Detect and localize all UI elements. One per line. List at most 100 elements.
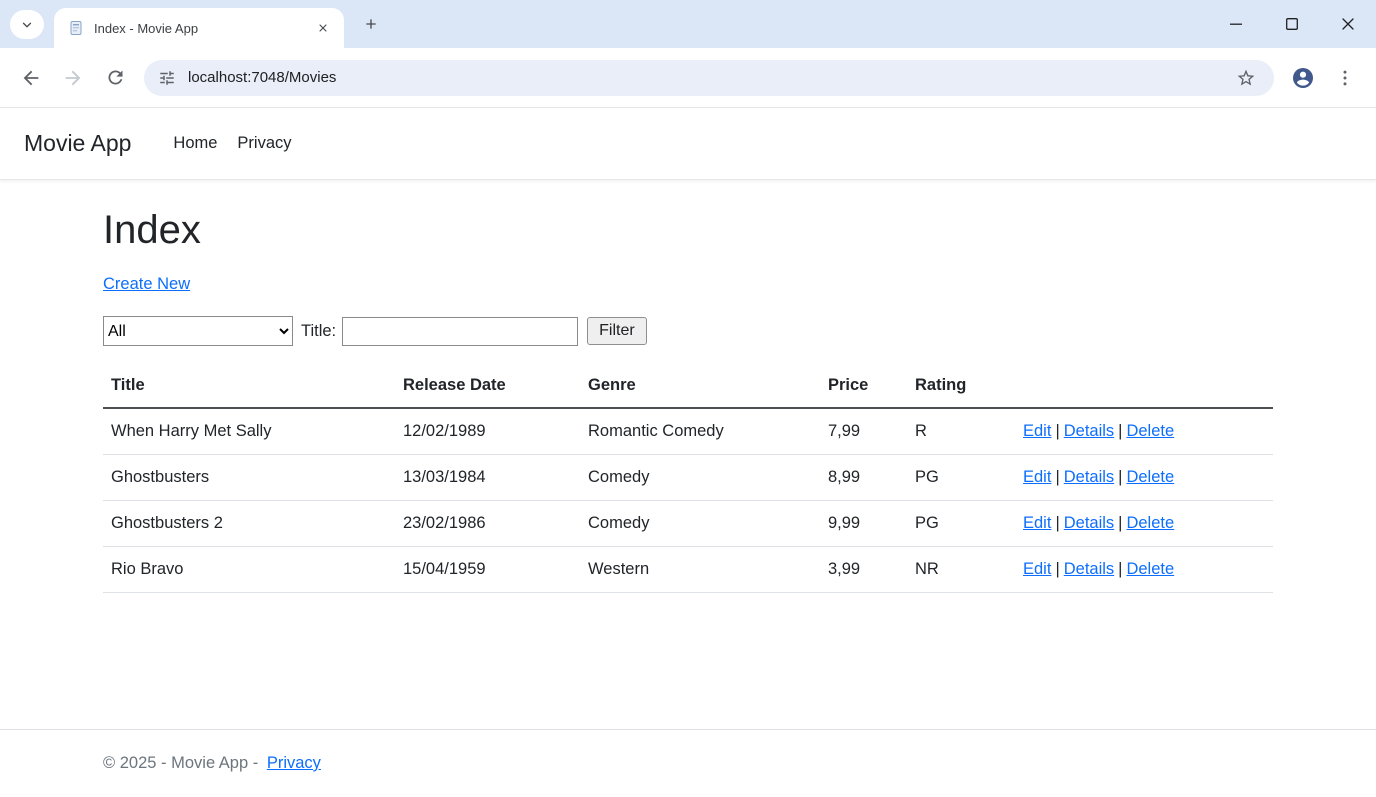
browser-toolbar: localhost:7048/Movies [0, 48, 1376, 108]
cell-actions: Edit|Details|Delete [1015, 547, 1273, 593]
minimize-icon [1228, 16, 1244, 32]
window-controls [1208, 0, 1376, 48]
genre-select[interactable]: All [103, 316, 293, 346]
tab-close-button[interactable] [312, 17, 334, 39]
action-separator: | [1055, 468, 1059, 486]
brand-link[interactable]: Movie App [24, 130, 131, 157]
cell-title: Ghostbusters [103, 455, 395, 501]
footer-privacy-link[interactable]: Privacy [267, 754, 321, 772]
new-tab-button[interactable] [356, 9, 386, 39]
copyright-text: © 2025 - Movie App - [103, 754, 258, 772]
column-header-release-date: Release Date [395, 364, 580, 408]
filter-button[interactable]: Filter [587, 317, 647, 345]
cell-release-date: 15/04/1959 [395, 547, 580, 593]
cell-title: When Harry Met Sally [103, 408, 395, 455]
page-favicon-icon [68, 20, 84, 36]
edit-link[interactable]: Edit [1023, 422, 1051, 440]
delete-link[interactable]: Delete [1126, 468, 1174, 486]
action-separator: | [1118, 422, 1122, 440]
cell-rating: PG [907, 455, 1015, 501]
window-maximize-button[interactable] [1264, 0, 1320, 48]
reload-button[interactable] [94, 57, 136, 99]
title-filter-label: Title: [301, 322, 336, 341]
bookmark-star-button[interactable] [1232, 64, 1260, 92]
cell-rating: R [907, 408, 1015, 455]
column-header-rating: Rating [907, 364, 1015, 408]
maximize-icon [1284, 16, 1300, 32]
details-link[interactable]: Details [1064, 422, 1114, 440]
edit-link[interactable]: Edit [1023, 514, 1051, 532]
movies-table: Title Release Date Genre Price Rating Wh… [103, 364, 1273, 593]
table-row: Ghostbusters 13/03/1984 Comedy 8,99 PG E… [103, 455, 1273, 501]
details-link[interactable]: Details [1064, 560, 1114, 578]
column-header-title: Title [103, 364, 395, 408]
cell-actions: Edit|Details|Delete [1015, 455, 1273, 501]
profile-button[interactable] [1282, 57, 1324, 99]
tab-search-button[interactable] [10, 10, 44, 39]
cell-genre: Western [580, 547, 820, 593]
browser-tab[interactable]: Index - Movie App [54, 8, 344, 48]
nav-link-home[interactable]: Home [163, 126, 227, 161]
title-filter-input[interactable] [342, 317, 578, 346]
cell-title: Rio Bravo [103, 547, 395, 593]
forward-button[interactable] [52, 57, 94, 99]
reload-icon [105, 67, 126, 88]
details-link[interactable]: Details [1064, 468, 1114, 486]
action-separator: | [1055, 514, 1059, 532]
cell-release-date: 23/02/1986 [395, 501, 580, 547]
cell-actions: Edit|Details|Delete [1015, 408, 1273, 455]
chevron-down-icon [20, 18, 34, 32]
three-dot-menu-icon [1335, 68, 1355, 88]
cell-actions: Edit|Details|Delete [1015, 501, 1273, 547]
window-minimize-button[interactable] [1208, 0, 1264, 48]
cell-price: 7,99 [820, 408, 907, 455]
action-separator: | [1055, 560, 1059, 578]
table-row: Rio Bravo 15/04/1959 Western 3,99 NR Edi… [103, 547, 1273, 593]
cell-genre: Comedy [580, 501, 820, 547]
close-icon [317, 22, 329, 34]
column-header-genre: Genre [580, 364, 820, 408]
tab-title: Index - Movie App [94, 21, 312, 36]
create-new-wrap: Create New [103, 275, 1273, 294]
filter-form: All Title: Filter [103, 316, 1273, 346]
cell-price: 8,99 [820, 455, 907, 501]
delete-link[interactable]: Delete [1126, 514, 1174, 532]
site-navbar: Movie App Home Privacy [0, 108, 1376, 180]
cell-rating: NR [907, 547, 1015, 593]
browser-menu-button[interactable] [1324, 57, 1366, 99]
nav-link-privacy[interactable]: Privacy [227, 126, 301, 161]
cell-release-date: 12/02/1989 [395, 408, 580, 455]
tab-strip: Index - Movie App [0, 0, 1376, 48]
create-new-link[interactable]: Create New [103, 275, 190, 293]
close-icon [1340, 16, 1356, 32]
cell-price: 9,99 [820, 501, 907, 547]
url-text[interactable]: localhost:7048/Movies [188, 69, 1232, 86]
cell-rating: PG [907, 501, 1015, 547]
table-row: Ghostbusters 2 23/02/1986 Comedy 9,99 PG… [103, 501, 1273, 547]
details-link[interactable]: Details [1064, 514, 1114, 532]
cell-title: Ghostbusters 2 [103, 501, 395, 547]
action-separator: | [1118, 514, 1122, 532]
action-separator: | [1055, 422, 1059, 440]
column-header-actions [1015, 364, 1273, 408]
window-close-button[interactable] [1320, 0, 1376, 48]
site-settings-icon[interactable] [158, 69, 176, 87]
table-row: When Harry Met Sally 12/02/1989 Romantic… [103, 408, 1273, 455]
back-button[interactable] [10, 57, 52, 99]
table-header-row: Title Release Date Genre Price Rating [103, 364, 1273, 408]
cell-genre: Comedy [580, 455, 820, 501]
cell-release-date: 13/03/1984 [395, 455, 580, 501]
profile-avatar-icon [1291, 66, 1315, 90]
edit-link[interactable]: Edit [1023, 468, 1051, 486]
cell-genre: Romantic Comedy [580, 408, 820, 455]
back-arrow-icon [20, 67, 42, 89]
edit-link[interactable]: Edit [1023, 560, 1051, 578]
main-content: Index Create New All Title: Filter Title… [103, 180, 1273, 729]
forward-arrow-icon [62, 67, 84, 89]
delete-link[interactable]: Delete [1126, 422, 1174, 440]
footer-inner: © 2025 - Movie App - Privacy [103, 754, 1273, 773]
cell-price: 3,99 [820, 547, 907, 593]
address-bar[interactable]: localhost:7048/Movies [144, 60, 1274, 96]
delete-link[interactable]: Delete [1126, 560, 1174, 578]
action-separator: | [1118, 560, 1122, 578]
